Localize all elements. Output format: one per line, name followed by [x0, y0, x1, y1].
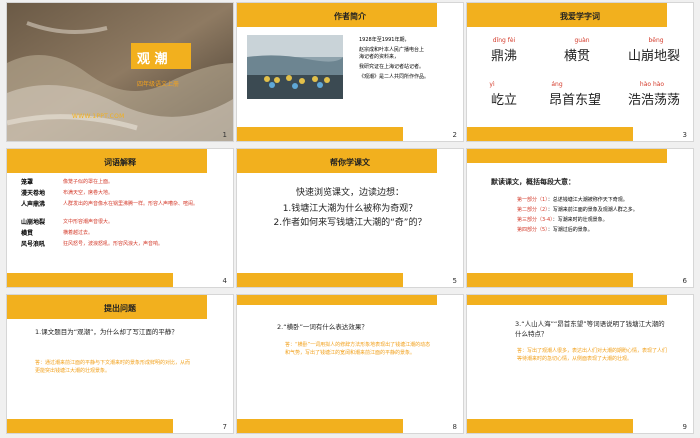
def-4: 文中形容潮声音很大。 [63, 219, 114, 225]
part-4-label: 第四部分（5） [517, 227, 548, 233]
pinyin-6: hào hào [639, 81, 665, 88]
pinyin-3: bēng [648, 37, 664, 44]
glossary-list: 笼罩 像笼子似的罩在上面。 漫天卷地 布满天空，席卷大地。 人声鼎沸 人群发出的声音像… [21, 179, 227, 252]
bio-text: 1928年至1991年期， 赵宗成和叶本人民广播电台上 海记者的资料来， 我研究… [359, 37, 463, 81]
header-band-cut [437, 295, 463, 305]
slide-number: 3 [682, 131, 687, 139]
term-1: 笼罩 [21, 179, 34, 186]
def-1: 像笼子似的罩在上面。 [63, 179, 114, 185]
slide-thumbnail-9[interactable]: 3.“人山人海”“昂首东望”等词语说明了钱塘江大潮的什么特点？ 答：写出了观潮人… [466, 294, 694, 434]
website-link: WWW.1PPT.COM [72, 113, 125, 120]
slide-title: 提出问题 [104, 304, 136, 313]
question-2: 2.作者如何来写钱塘江大潮的“奇”的？ [273, 218, 427, 228]
slide-thumbnail-3[interactable]: 我爱学字词 dǐng fèi 鼎沸 guàn 横贯 bēng 山崩地裂 yì 屹… [466, 2, 694, 142]
crowd-photo [247, 35, 343, 99]
part-3-label: 第三部分（3-4） [517, 217, 553, 223]
slide-number: 2 [452, 131, 457, 139]
question-1: 1.钱塘江大潮为什么被称为奇观？ [282, 204, 418, 214]
answer-text: 答：通过潮来前江面的平静与下文潮来时的景象形成鲜明的对比，从而更能突出钱塘江大潮… [35, 360, 191, 374]
part-2-label: 第二部分（2） [517, 207, 548, 213]
slide-title: 我爱学字词 [560, 12, 600, 21]
pinyin-4: yì [489, 81, 495, 88]
pinyin-5: áng [551, 81, 563, 88]
summary-list: 第一部分（1）：总述钱塘江大潮被称作天下奇观。 第二部分（2）：写潮来前江面的景… [517, 197, 687, 237]
header-band-cut [667, 295, 693, 305]
answer-text: 答：写出了观潮人很多，表达出人们对大潮的期盼心情，表现了人们等待潮来时的急切心情… [517, 348, 668, 362]
header-band-cut [667, 149, 693, 163]
word-3: 山崩地裂 [627, 49, 680, 64]
term-5: 横贯 [21, 230, 34, 237]
bio-line-4: 我研究证在上海记者站记者。 [359, 64, 425, 70]
header-band [237, 295, 463, 305]
slide-number: 1 [222, 131, 227, 139]
slide-title: 帮你学课文 [330, 158, 370, 167]
slide-subtitle: 四年级语文上册 [137, 81, 180, 88]
bio-line-1: 1928年至1991年期， [359, 37, 410, 43]
part-2-text: ：写潮来前江面的景象及观潮人群之多。 [547, 207, 638, 213]
def-6: 狂风怒号，波浪怒吼。形容风浪大，声音响。 [63, 241, 164, 247]
def-2: 布满天空，席卷大地。 [63, 190, 114, 196]
slide-title: 作者简介 [334, 12, 366, 21]
slide-number: 5 [452, 277, 457, 285]
slide-title: 默读课文，概括每段大意： [491, 178, 575, 186]
word-6: 浩浩荡荡 [627, 93, 680, 108]
intro-text: 快速浏览课文，边读边想： [295, 188, 404, 198]
pinyin-2: guàn [574, 37, 590, 44]
slide-number: 4 [222, 277, 227, 285]
pinyin-1: dǐng fèi [492, 37, 516, 44]
slide-number: 6 [682, 277, 687, 285]
question-text: 1.课文题目为“观潮”，为什么却了写江面的平静？ [35, 328, 178, 336]
slide-thumbnail-5[interactable]: 帮你学课文 快速浏览课文，边读边想： 1.钱塘江大潮为什么被称为奇观？ 2.作者… [236, 148, 464, 288]
bio-line-5: 《观潮》是二人共同所作作品。 [359, 74, 430, 80]
term-6: 风号浪吼 [21, 241, 46, 248]
slide-title: 观 潮 [137, 52, 168, 67]
question-text: 2.“横卧”一词有什么表达效果？ [277, 323, 368, 331]
slide-title: 词语解释 [104, 158, 136, 167]
slide-thumbnail-8[interactable]: 2.“横卧”一词有什么表达效果？ 答：“横卧”一词用拟人的修辞方法形象地表现出了… [236, 294, 464, 434]
part-3-text: ：写潮来时的壮观景象。 [552, 217, 608, 223]
def-5: 横着越过去。 [63, 230, 94, 236]
part-4-text: ：写潮过后的景象。 [547, 227, 593, 233]
slide-thumbnail-1[interactable]: 观 潮 四年级语文上册 WWW.1PPT.COM 1 [6, 2, 234, 142]
slide-number: 7 [222, 423, 227, 431]
term-2: 漫天卷地 [21, 190, 46, 197]
def-3: 人群发出的声音像水在锅里沸腾一样。形容人声嘈杂、喧闹。 [63, 201, 199, 207]
part-1-text: ：总述钱塘江大潮被称作天下奇观。 [547, 197, 628, 203]
bio-line-2: 赵宗成和叶本人民广播电台上 [359, 47, 425, 53]
word-2: 横贯 [563, 49, 590, 64]
word-1: 鼎沸 [490, 49, 517, 64]
slide-thumbnail-6[interactable]: 默读课文，概括每段大意： 第一部分（1）：总述钱塘江大潮被称作天下奇观。 第二部… [466, 148, 694, 288]
slide-number: 9 [682, 423, 687, 431]
slide-thumbnail-2[interactable]: 作者简介 1928年至1991年期， 赵宗成和叶本人民广播电台上 海记者的资料来… [236, 2, 464, 142]
slide-thumbnail-4[interactable]: 词语解释 笼罩 像笼子似的罩在上面。 漫天卷地 布满天空，席卷大地。 人声鼎沸 人群发… [6, 148, 234, 288]
header-band [467, 295, 693, 305]
question-text: 3.“人山人海”“昂首东望”等词语说明了钱塘江大潮的什么特点？ [515, 320, 665, 338]
word-4: 屹立 [490, 93, 517, 108]
part-1-label: 第一部分（1） [517, 197, 548, 203]
slide-thumbnail-7[interactable]: 提出问题 1.课文题目为“观潮”，为什么却了写江面的平静？ 答：通过潮来前江面的… [6, 294, 234, 434]
header-band [467, 149, 693, 163]
word-5: 昂首东望 [548, 93, 601, 108]
tide-photo [7, 3, 233, 141]
slide-number: 8 [452, 423, 457, 431]
slide-grid: 观 潮 四年级语文上册 WWW.1PPT.COM 1 作者简介 1928年至19… [0, 0, 700, 438]
bio-line-3: 海记者的资料来， [359, 54, 400, 60]
term-4: 山崩地裂 [21, 219, 46, 226]
answer-text: 答：“横卧”一词用拟人的修辞方法形象地表现出了钱塘江潮的动态和气势，写出了钱塘江… [285, 342, 431, 356]
term-3: 人声鼎沸 [21, 201, 46, 208]
